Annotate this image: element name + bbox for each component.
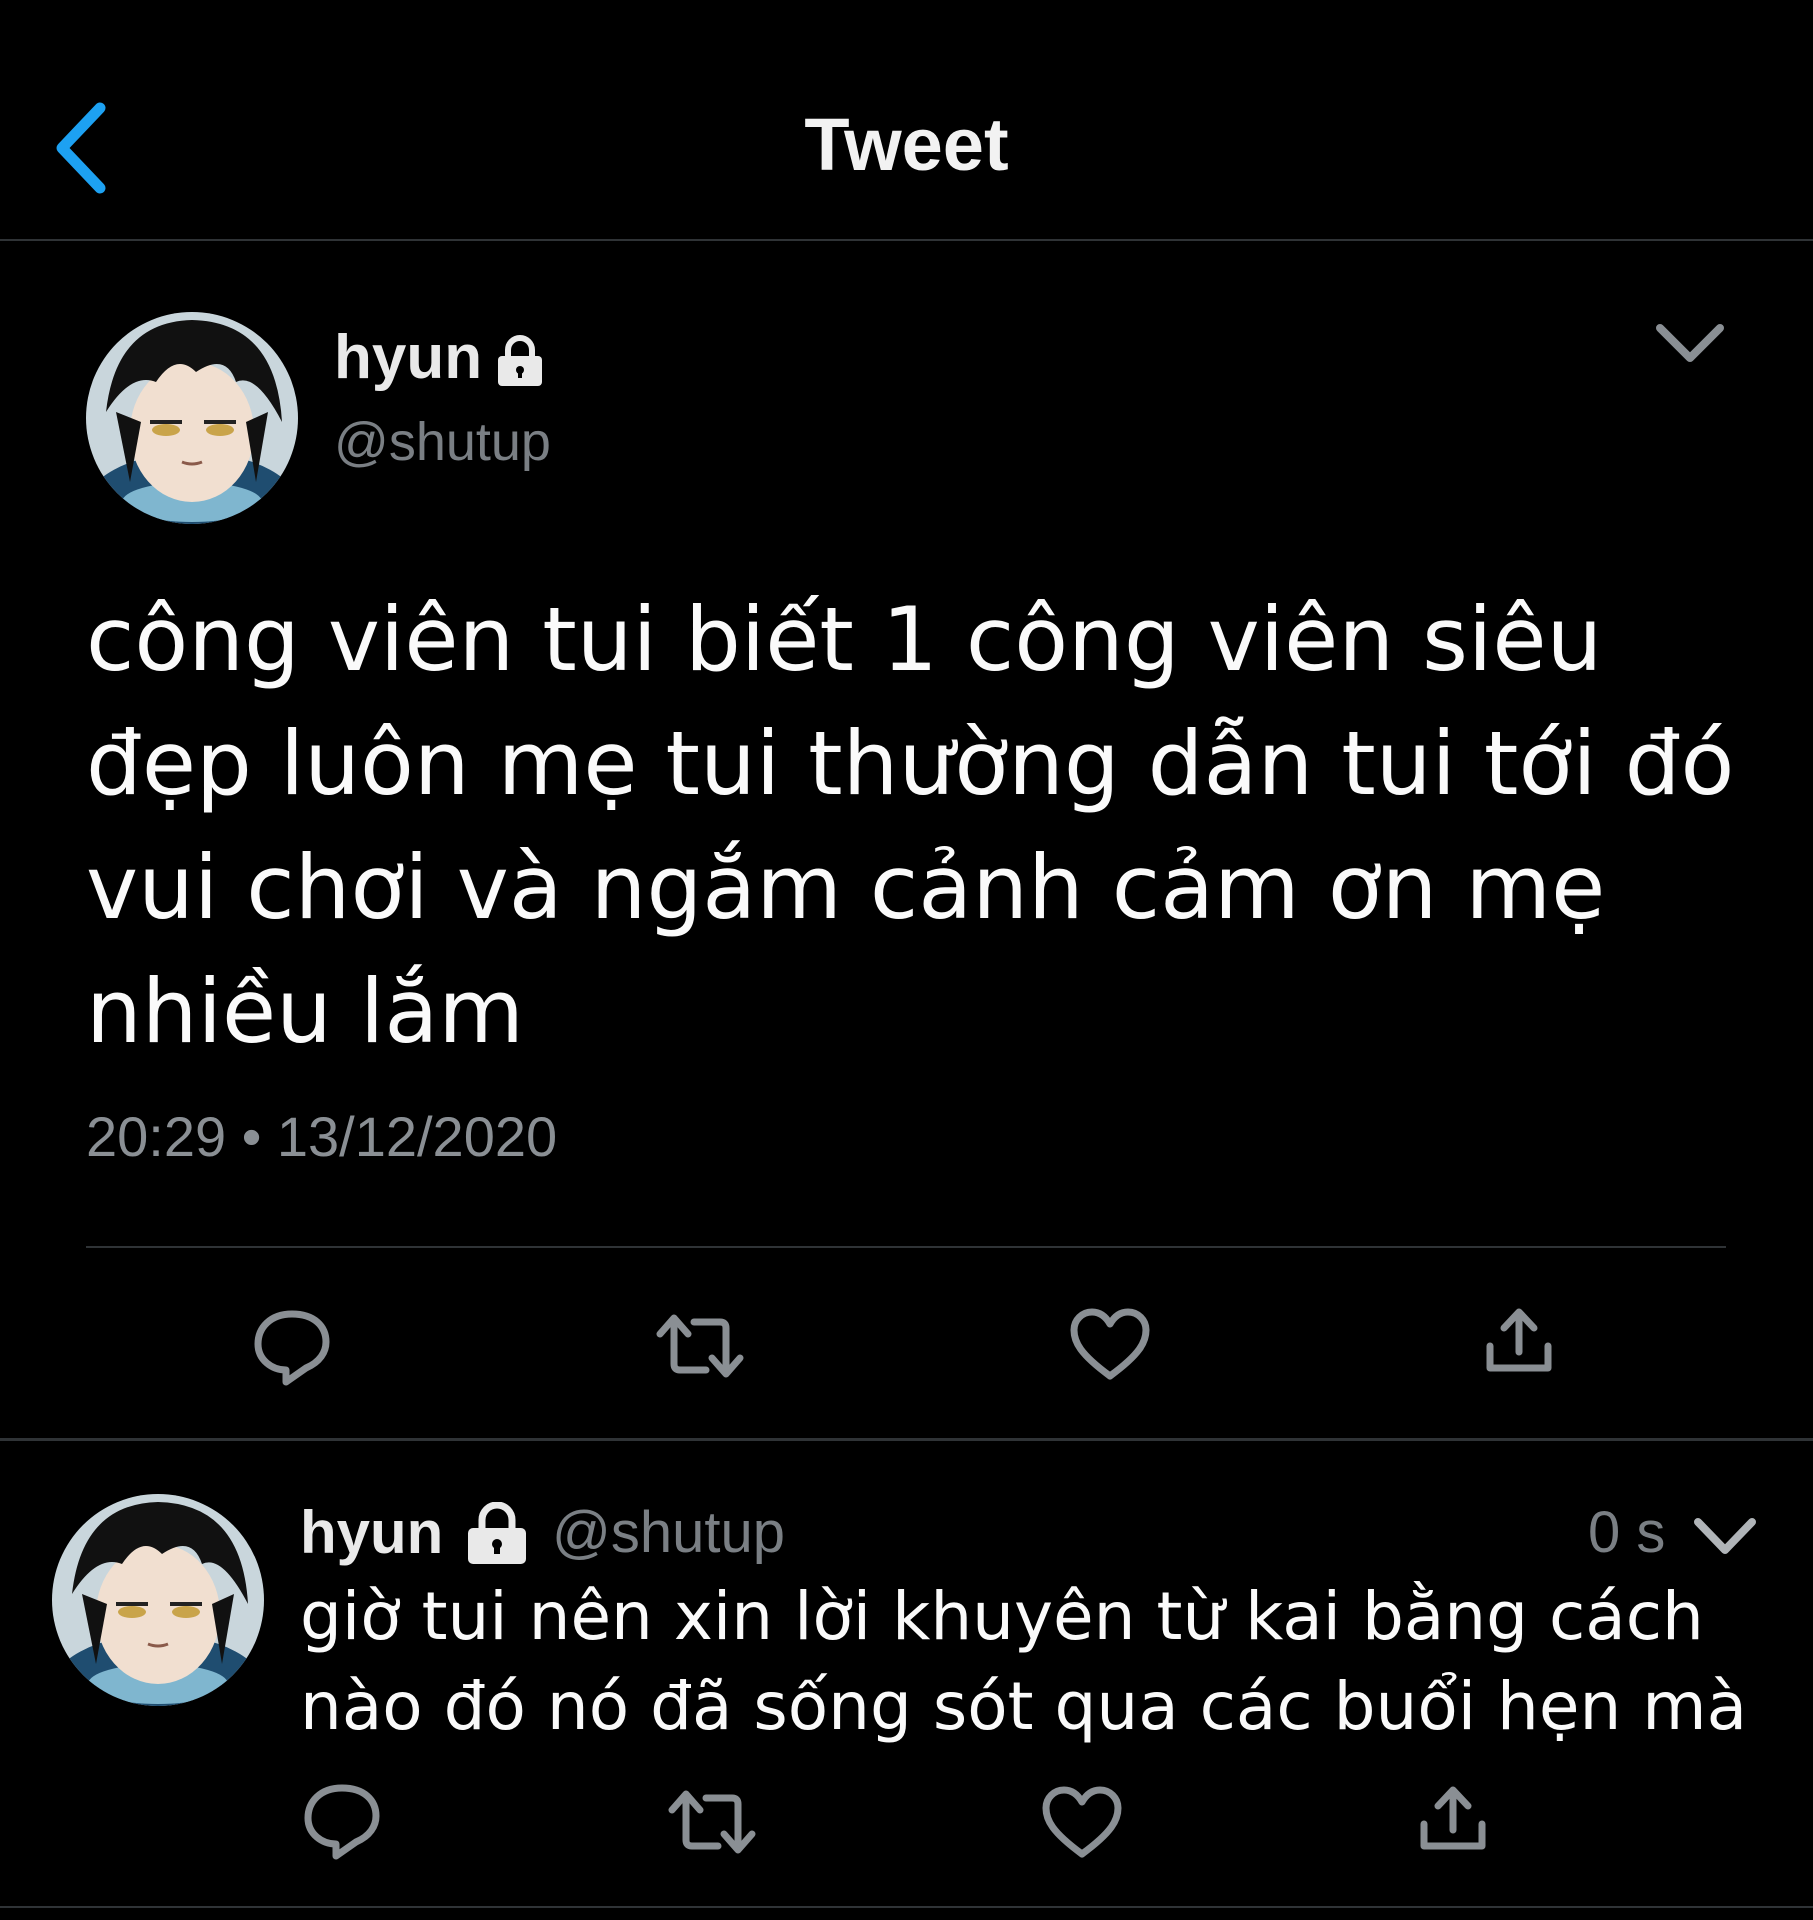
tweet-text: công viên tui biết 1 công viên siêu đẹp … — [86, 588, 1735, 1063]
reply-text: giờ tui nên xin lời khuyên từ kai bằng c… — [300, 1578, 1748, 1745]
reply-author-name[interactable]: hyun — [300, 1498, 443, 1568]
retweet-icon — [668, 1790, 756, 1854]
like-icon — [1070, 1308, 1150, 1380]
lock-icon — [464, 1502, 530, 1566]
lock-icon — [494, 334, 546, 388]
page-title: Tweet — [804, 103, 1009, 186]
reply-reply-button[interactable] — [300, 1780, 384, 1860]
timestamp-divider — [86, 1246, 1726, 1248]
section-divider — [0, 1438, 1813, 1441]
header-divider — [0, 239, 1813, 241]
reply-author-handle[interactable]: @shutup — [552, 1498, 785, 1568]
retweet-button[interactable] — [656, 1308, 744, 1384]
share-icon — [1420, 1786, 1486, 1850]
reply-icon — [304, 1784, 380, 1860]
author-name[interactable]: hyun — [334, 322, 482, 394]
chevron-down-icon — [1656, 324, 1724, 362]
avatar-image — [52, 1494, 264, 1706]
avatar-image — [86, 312, 298, 524]
chevron-down-icon — [1694, 1518, 1756, 1554]
reply-avatar[interactable] — [52, 1494, 264, 1706]
reply-button[interactable] — [250, 1306, 334, 1386]
author-handle[interactable]: @shutup — [334, 410, 551, 474]
top-bar: Tweet — [0, 0, 1813, 241]
reply-time: 0 s — [1588, 1500, 1666, 1565]
retweet-icon — [656, 1314, 744, 1378]
tweet-timestamp: 20:29 • 13/12/2020 — [86, 1105, 558, 1168]
reply-icon — [254, 1310, 330, 1386]
reply-more-options-button[interactable] — [1690, 1510, 1760, 1562]
reply-share-button[interactable] — [1418, 1784, 1488, 1854]
like-button[interactable] — [1070, 1308, 1150, 1382]
share-button[interactable] — [1484, 1306, 1554, 1376]
like-icon — [1042, 1786, 1122, 1858]
reply-retweet-button[interactable] — [668, 1784, 756, 1860]
more-options-button[interactable] — [1652, 316, 1728, 372]
share-icon — [1486, 1308, 1552, 1372]
bottom-divider — [0, 1906, 1813, 1908]
avatar[interactable] — [86, 312, 298, 524]
reply-like-button[interactable] — [1042, 1786, 1122, 1860]
